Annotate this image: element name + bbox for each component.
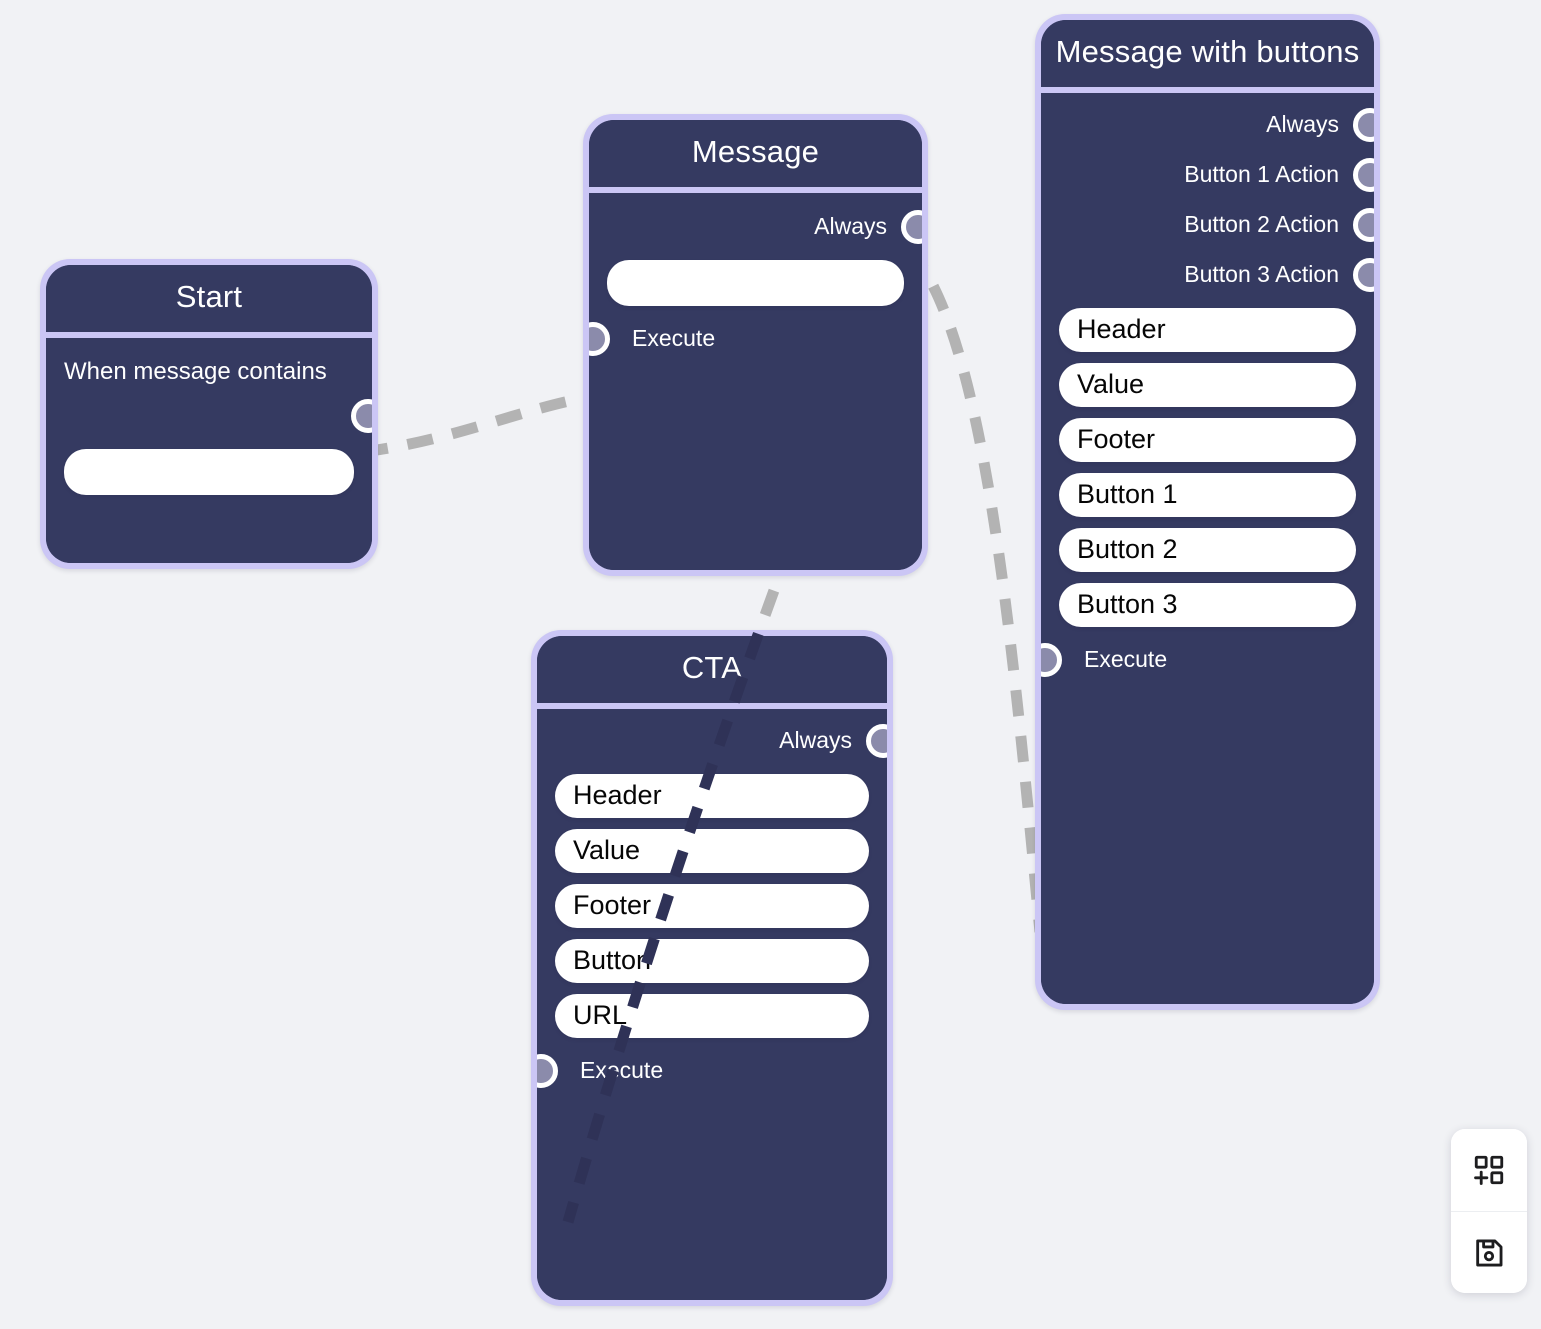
mwb-input-execute-row[interactable]: Execute <box>1041 638 1356 682</box>
mwb-output-button1-row[interactable]: Button 1 Action <box>1059 153 1374 197</box>
cta-output-always-dot[interactable] <box>866 723 887 758</box>
cta-footer-input[interactable] <box>555 883 869 928</box>
mwb-value-input[interactable] <box>1059 362 1356 407</box>
cta-input-execute-row[interactable]: Execute <box>537 1049 869 1093</box>
message-input-execute-row[interactable]: Execute <box>589 317 904 361</box>
start-condition-label: When message contains <box>64 357 327 385</box>
cta-input-execute-label: Execute <box>580 1057 664 1084</box>
mwb-output-always-label: Always <box>1266 111 1339 138</box>
start-output-port-dot[interactable] <box>351 398 372 433</box>
save-floppy-icon <box>1472 1236 1506 1270</box>
node-start-title: Start <box>46 265 372 338</box>
mwb-output-button1-dot[interactable] <box>1353 157 1374 192</box>
node-cta-title: CTA <box>537 636 887 709</box>
mwb-input-execute-dot[interactable] <box>1041 642 1062 677</box>
cta-url-input[interactable] <box>555 993 869 1038</box>
node-start-body: When message contains <box>46 337 372 563</box>
node-cta-body: Always Execute <box>537 708 887 1300</box>
node-message-body: Always Execute <box>589 192 922 570</box>
mwb-header-input[interactable] <box>1059 307 1356 352</box>
message-input-execute-label: Execute <box>632 325 716 352</box>
flow-canvas[interactable]: Start When message contains Message Alwa… <box>0 0 1541 1329</box>
cta-output-always-label: Always <box>779 727 852 754</box>
node-message-inner: Message Always Execute <box>589 120 922 570</box>
message-output-always-dot[interactable] <box>901 209 922 244</box>
node-mwb-body: Always Button 1 Action Button 2 Action B… <box>1041 92 1374 1004</box>
save-button[interactable] <box>1451 1211 1527 1293</box>
node-cta[interactable]: CTA Always Execute <box>531 630 893 1306</box>
message-text-input[interactable] <box>607 259 904 306</box>
mwb-button1-input[interactable] <box>1059 472 1356 517</box>
node-message[interactable]: Message Always Execute <box>583 114 928 576</box>
cta-value-input[interactable] <box>555 828 869 873</box>
mwb-output-always-dot[interactable] <box>1353 107 1374 142</box>
start-output-port-row[interactable] <box>64 394 372 438</box>
edge-start-to-message <box>361 388 609 458</box>
node-start-inner: Start When message contains <box>46 265 372 563</box>
cta-button-input[interactable] <box>555 938 869 983</box>
node-mwb-inner: Message with buttons Always Button 1 Act… <box>1041 20 1374 1004</box>
mwb-output-button2-label: Button 2 Action <box>1184 211 1339 238</box>
mwb-output-button2-dot[interactable] <box>1353 207 1374 242</box>
mwb-output-button3-dot[interactable] <box>1353 257 1374 292</box>
node-message-title: Message <box>589 120 922 193</box>
mwb-output-always-row[interactable]: Always <box>1059 103 1374 147</box>
node-mwb-title: Message with buttons <box>1041 20 1374 93</box>
node-cta-inner: CTA Always Execute <box>537 636 887 1300</box>
mwb-output-button3-row[interactable]: Button 3 Action <box>1059 253 1374 297</box>
mwb-button3-input[interactable] <box>1059 582 1356 627</box>
start-keyword-input[interactable] <box>64 448 354 495</box>
message-input-execute-dot[interactable] <box>589 321 610 356</box>
cta-output-always-row[interactable]: Always <box>555 719 887 763</box>
node-message-with-buttons[interactable]: Message with buttons Always Button 1 Act… <box>1035 14 1380 1010</box>
mwb-button2-input[interactable] <box>1059 527 1356 572</box>
cta-header-input[interactable] <box>555 773 869 818</box>
cta-input-execute-dot[interactable] <box>537 1053 558 1088</box>
mwb-output-button1-label: Button 1 Action <box>1184 161 1339 188</box>
canvas-toolbar[interactable] <box>1451 1129 1527 1293</box>
add-node-button[interactable] <box>1451 1129 1527 1211</box>
mwb-output-button3-label: Button 3 Action <box>1184 261 1339 288</box>
message-output-always-row[interactable]: Always <box>607 205 922 249</box>
message-output-always-label: Always <box>814 213 887 240</box>
mwb-output-button2-row[interactable]: Button 2 Action <box>1059 203 1374 247</box>
add-node-grid-icon <box>1472 1153 1506 1187</box>
node-start[interactable]: Start When message contains <box>40 259 378 569</box>
mwb-footer-input[interactable] <box>1059 417 1356 462</box>
mwb-input-execute-label: Execute <box>1084 646 1168 673</box>
